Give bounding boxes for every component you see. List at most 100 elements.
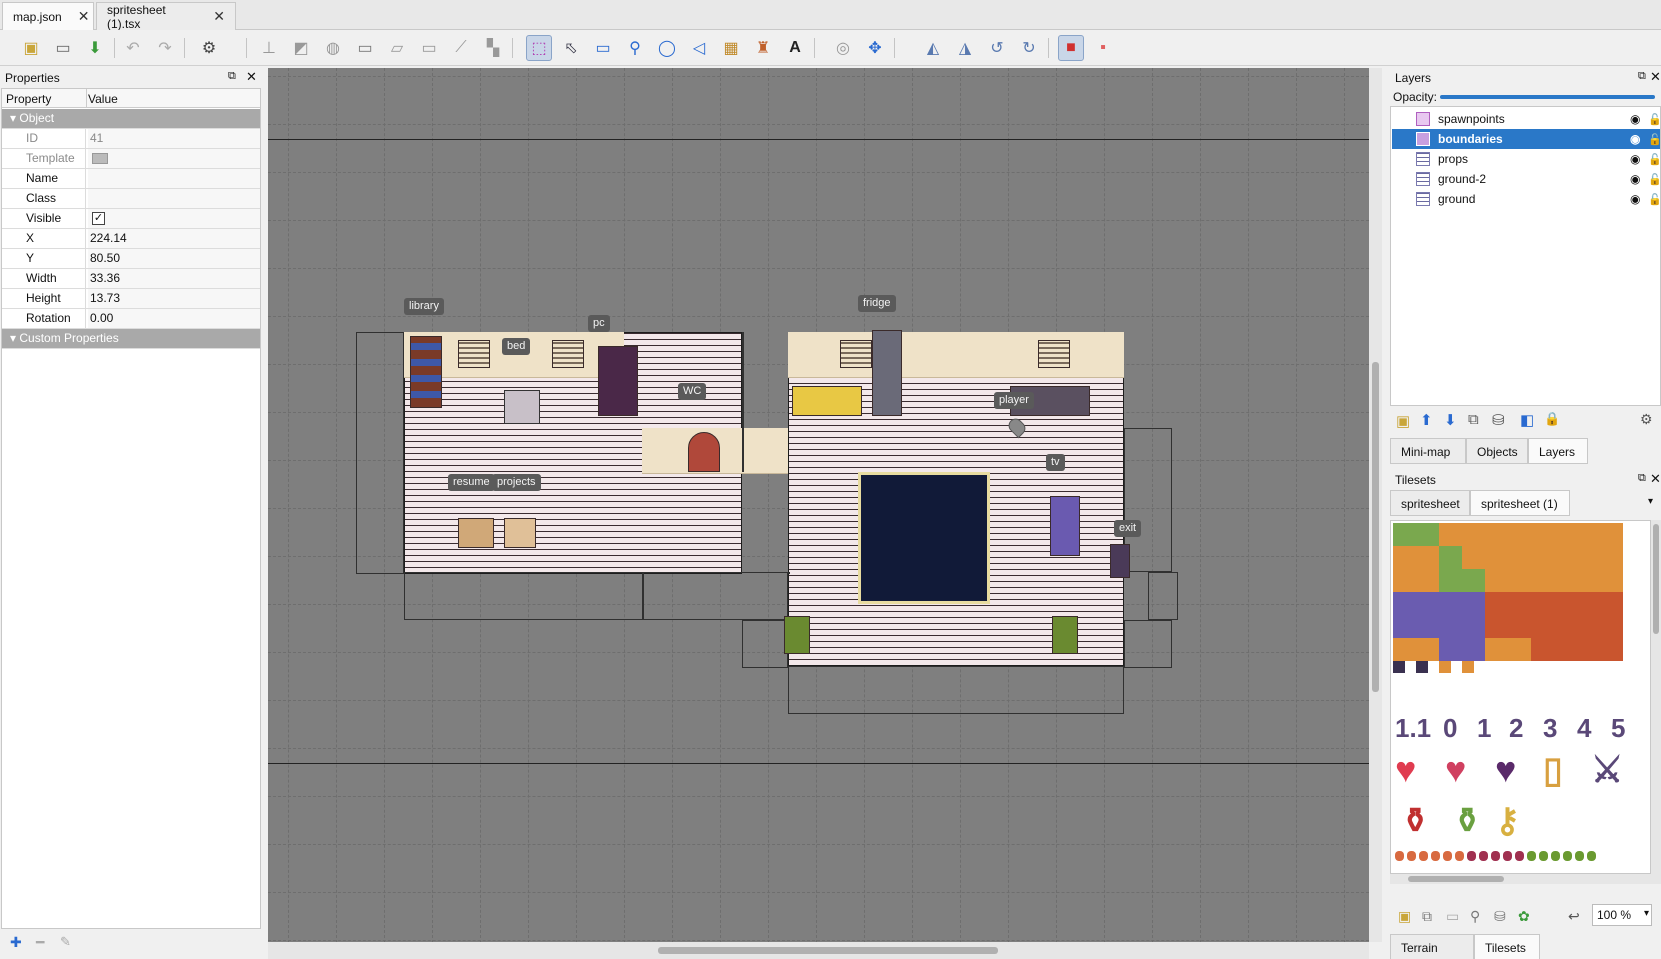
- small-sprite-tile[interactable]: [1575, 851, 1584, 861]
- insert-ellipse-icon[interactable]: ◯: [654, 35, 680, 61]
- layer-row-ground-2[interactable]: ground-2 ◉ 🔓: [1392, 169, 1661, 189]
- insert-text-icon[interactable]: A: [782, 35, 808, 61]
- small-sprite-tile[interactable]: [1419, 851, 1428, 861]
- bed-prop[interactable]: [504, 390, 540, 424]
- flip-horizontal-icon[interactable]: ◭: [920, 35, 946, 61]
- eye-icon[interactable]: ◉: [1630, 152, 1640, 166]
- item-tile[interactable]: ▯: [1543, 749, 1563, 791]
- tile[interactable]: [1600, 523, 1623, 546]
- float-panel-icon[interactable]: ⧉: [1638, 70, 1646, 83]
- close-icon[interactable]: ✕: [1650, 471, 1661, 487]
- tile[interactable]: [1393, 569, 1416, 592]
- tile[interactable]: [1600, 546, 1623, 569]
- flip-vertical-icon[interactable]: ◮: [952, 35, 978, 61]
- opacity-slider[interactable]: [1440, 95, 1655, 99]
- item-tile[interactable]: ♥: [1395, 749, 1416, 791]
- remove-property-icon[interactable]: ━: [36, 934, 44, 951]
- small-sprite-tile[interactable]: [1479, 851, 1488, 861]
- highlight-layer-icon[interactable]: ■: [1058, 35, 1084, 61]
- dynamic-wrapping-icon[interactable]: ✿: [1518, 908, 1530, 925]
- delete-layer-icon[interactable]: ⛁: [1492, 411, 1505, 429]
- tv-prop[interactable]: [1050, 496, 1080, 556]
- tab-spritesheet-tsx[interactable]: spritesheet (1).tsx ✕: [96, 2, 236, 31]
- world-tool-icon[interactable]: ◎: [830, 35, 856, 61]
- small-sprite-tile[interactable]: [1551, 851, 1560, 861]
- number-glyph-tile[interactable]: 0: [1443, 713, 1457, 744]
- small-sprite-tile[interactable]: [1455, 851, 1464, 861]
- tile[interactable]: [1439, 661, 1451, 673]
- tile[interactable]: [1485, 523, 1508, 546]
- tile[interactable]: [1577, 569, 1600, 592]
- item-tile[interactable]: ⚔: [1591, 749, 1623, 791]
- tile[interactable]: [1508, 569, 1531, 592]
- door-prop[interactable]: [688, 432, 720, 472]
- tile[interactable]: [1393, 592, 1416, 615]
- eye-icon[interactable]: ◉: [1630, 132, 1640, 146]
- small-sprite-tile[interactable]: [1431, 851, 1440, 861]
- tile[interactable]: [1393, 523, 1416, 546]
- tile[interactable]: [1508, 523, 1531, 546]
- tile[interactable]: [1416, 615, 1439, 638]
- tile[interactable]: [1439, 592, 1462, 615]
- terrain-brush-icon[interactable]: ◩: [288, 35, 314, 61]
- small-sprite-tile[interactable]: [1539, 851, 1548, 861]
- layer-menu-icon[interactable]: ⚙: [1640, 411, 1653, 428]
- close-icon[interactable]: ✕: [213, 8, 225, 25]
- tab-layers[interactable]: Layers: [1528, 438, 1588, 464]
- open-icon[interactable]: ▭: [50, 35, 76, 61]
- small-sprite-tile[interactable]: [1515, 851, 1524, 861]
- insert-rectangle-icon[interactable]: ▭: [590, 35, 616, 61]
- tile[interactable]: [1462, 523, 1485, 546]
- small-sprite-tile[interactable]: [1395, 851, 1404, 861]
- plant-prop[interactable]: [1052, 616, 1078, 654]
- select-objects-icon[interactable]: ⬚: [526, 35, 552, 61]
- boundary-object[interactable]: [356, 332, 404, 574]
- tile[interactable]: [1554, 523, 1577, 546]
- tile[interactable]: [1600, 569, 1623, 592]
- scroll-thumb[interactable]: [658, 947, 998, 954]
- boundary-object[interactable]: [404, 572, 644, 620]
- tile[interactable]: [1554, 546, 1577, 569]
- boundary-object[interactable]: [788, 572, 790, 574]
- boundary-object[interactable]: [742, 332, 744, 472]
- item-tile[interactable]: ♥: [1495, 749, 1516, 791]
- tile[interactable]: [1416, 569, 1439, 592]
- small-sprite-tile[interactable]: [1491, 851, 1500, 861]
- tile[interactable]: [1416, 546, 1439, 569]
- raise-layer-icon[interactable]: ⬆: [1420, 411, 1433, 429]
- rotate-left-icon[interactable]: ↺: [984, 35, 1010, 61]
- boundary-object[interactable]: [1124, 428, 1172, 572]
- scroll-thumb[interactable]: [1408, 876, 1504, 882]
- tile[interactable]: [1531, 569, 1554, 592]
- magic-wand-icon[interactable]: ⟋: [448, 35, 474, 61]
- item-tile[interactable]: ♥: [1445, 749, 1466, 791]
- tile[interactable]: [1554, 569, 1577, 592]
- float-panel-icon[interactable]: ⧉: [1638, 472, 1646, 485]
- embed-tileset-icon[interactable]: ⧉: [1422, 908, 1432, 925]
- group-custom-properties[interactable]: ▾ Custom Properties: [2, 329, 260, 349]
- delete-tileset-icon[interactable]: ⛁: [1494, 908, 1506, 925]
- lock-icon[interactable]: 🔓: [1648, 133, 1661, 146]
- close-icon[interactable]: ✕: [1650, 69, 1661, 85]
- layer-row-ground[interactable]: ground ◉ 🔓: [1392, 189, 1661, 209]
- potion-tile[interactable]: ⚱: [1401, 801, 1430, 841]
- insert-template-icon[interactable]: ♜: [750, 35, 776, 61]
- small-sprite-tile[interactable]: [1587, 851, 1596, 861]
- small-sprite-tile[interactable]: [1503, 851, 1512, 861]
- plant-prop[interactable]: [784, 616, 810, 654]
- tile[interactable]: [1439, 546, 1462, 569]
- tile[interactable]: [1531, 523, 1554, 546]
- tile[interactable]: [1485, 592, 1508, 615]
- layer-row-boundaries[interactable]: boundaries ◉ 🔓: [1392, 129, 1661, 149]
- small-sprite-tile[interactable]: [1443, 851, 1452, 861]
- float-panel-icon[interactable]: ⧉: [228, 70, 236, 83]
- template-icon[interactable]: [92, 153, 108, 164]
- small-sprite-tile[interactable]: [1563, 851, 1572, 861]
- new-map-icon[interactable]: ▣: [18, 35, 44, 61]
- eraser-icon[interactable]: ▱: [384, 35, 410, 61]
- scroll-thumb[interactable]: [1653, 524, 1659, 634]
- tile[interactable]: [1485, 546, 1508, 569]
- tile[interactable]: [1577, 546, 1600, 569]
- command-button-icon[interactable]: ⚙: [196, 35, 222, 61]
- lower-layer-icon[interactable]: ⬇: [1444, 411, 1457, 429]
